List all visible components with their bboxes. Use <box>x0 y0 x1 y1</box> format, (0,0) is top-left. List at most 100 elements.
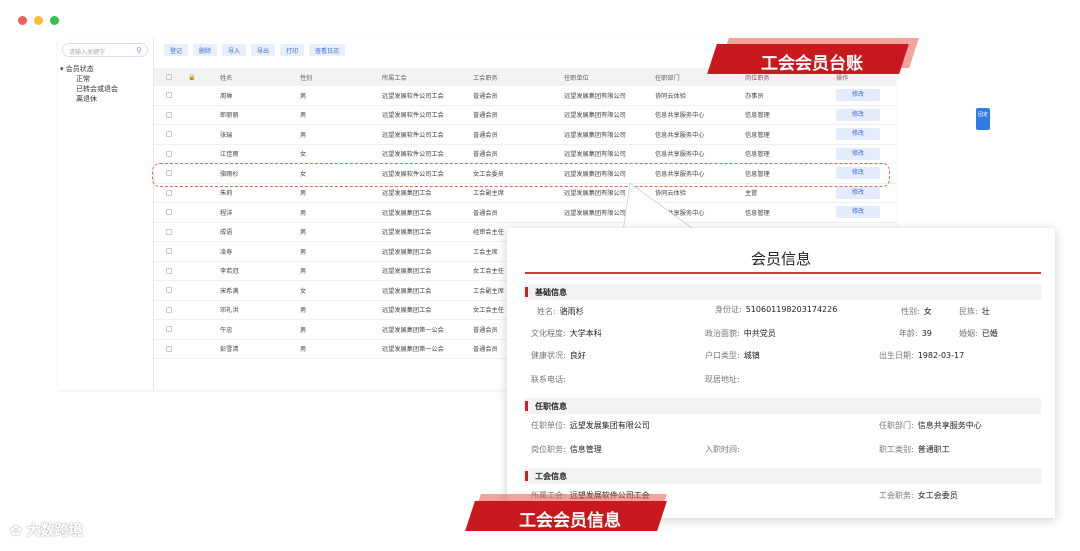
toolbar: 登记 删除 导入 导出 打印 查看日志 <box>164 44 346 56</box>
cell-union: 远望发展软件公司工会 <box>382 112 444 120</box>
search-icon[interactable]: ⚲ <box>136 46 142 55</box>
cell-union: 远望发展软件公司工会 <box>382 131 444 139</box>
cell-post: 主管 <box>745 190 758 198</box>
cell-name: 张瑞 <box>220 131 233 139</box>
table-row[interactable]: 周琳 男 远望发展软件公司工会 普通会员 远望发展集团有限公司 协同云体验 办事员 修改 <box>154 86 896 106</box>
register-button[interactable]: 登记 <box>164 44 189 56</box>
window-controls <box>18 16 59 25</box>
field-marital: 婚姻: 已婚 <box>959 329 998 338</box>
edit-button[interactable]: 修改 <box>836 206 880 219</box>
popup-title: 会员信息 <box>750 250 811 268</box>
section-basic: 基础信息 <box>525 284 1041 300</box>
edit-button[interactable]: 修改 <box>836 147 880 160</box>
cell-union: 远望发展集团工会 <box>382 229 432 237</box>
row-checkbox[interactable] <box>166 209 172 216</box>
tree-item-normal[interactable]: 正常 <box>60 74 118 84</box>
field-phone: 联系电话: <box>531 375 566 384</box>
cell-gender: 男 <box>300 346 307 354</box>
cell-role: 普通会员 <box>473 151 498 159</box>
cell-unit: 远望发展集团有限公司 <box>564 131 626 139</box>
cell-name: 江佳雨 <box>220 151 239 159</box>
ledger-banner: 工会会员台账 <box>707 38 919 74</box>
delete-button[interactable]: 删除 <box>193 44 218 56</box>
row-checkbox[interactable] <box>166 345 172 352</box>
header-unit: 任职单位 <box>564 74 589 82</box>
field-health: 健康状况: 良好 <box>531 351 586 360</box>
edit-button[interactable]: 修改 <box>836 108 880 121</box>
highlighted-row-outline <box>152 163 890 187</box>
maximize-window-button[interactable] <box>50 16 59 25</box>
row-checkbox[interactable] <box>166 267 172 274</box>
table-row[interactable]: 江佳雨 女 远望发展软件公司工会 普通会员 远望发展集团有限公司 信息共享服务中心 信息管理… <box>154 145 896 164</box>
row-checkbox[interactable] <box>166 131 172 138</box>
row-checkbox[interactable] <box>166 306 172 313</box>
cell-gender: 女 <box>300 151 307 159</box>
title-divider <box>525 272 1041 274</box>
cell-post: 信息管理 <box>745 112 770 120</box>
row-checkbox[interactable] <box>166 92 172 99</box>
cell-role: 普通会员 <box>473 112 498 120</box>
cell-name: 李若冠 <box>220 268 239 276</box>
row-checkbox[interactable] <box>166 287 172 294</box>
header-gender: 性别 <box>300 74 313 82</box>
cell-dept: 信息共享服务中心 <box>655 131 705 139</box>
import-button[interactable]: 导入 <box>222 44 247 56</box>
cell-dept: 信息共享服务中心 <box>655 151 705 159</box>
cell-gender: 男 <box>300 248 307 256</box>
search-placeholder: 请输入关键字 <box>69 49 106 56</box>
cell-gender: 男 <box>300 326 307 334</box>
search-input[interactable]: 请输入关键字 ⚲ <box>62 43 148 57</box>
edit-button[interactable]: 修改 <box>836 186 880 199</box>
tree-root[interactable]: ▾ 会员状态 <box>60 64 118 74</box>
minimize-window-button[interactable] <box>34 16 43 25</box>
cell-post: 信息管理 <box>745 151 770 159</box>
row-checkbox[interactable] <box>166 111 172 118</box>
field-entry-date: 入职时间: <box>705 445 740 454</box>
cell-unit: 远望发展集团有限公司 <box>564 92 626 100</box>
view-log-button[interactable]: 查看日志 <box>309 44 346 56</box>
cell-union: 远望发展集团工会 <box>382 209 432 217</box>
row-checkbox[interactable] <box>166 228 172 235</box>
cell-union: 远望发展集团工会 <box>382 287 432 295</box>
watermark-logo: ✿ 大数跨境 <box>10 523 83 539</box>
cell-gender: 男 <box>300 307 307 315</box>
cell-union: 远望发展集团工会 <box>382 307 432 315</box>
row-checkbox[interactable] <box>166 326 172 333</box>
edit-button[interactable]: 修改 <box>836 89 880 102</box>
cell-union: 远望发展软件公司工会 <box>382 151 444 159</box>
cell-union: 远望发展软件公司工会 <box>382 92 444 100</box>
info-banner-text: 工会会员信息 <box>519 511 621 531</box>
info-banner: 工会会员信息 <box>465 494 670 532</box>
watermark-text: 大数跨境 <box>26 523 83 539</box>
cell-gender: 男 <box>300 92 307 100</box>
field-age: 年龄: 39 <box>899 329 932 338</box>
cell-gender: 男 <box>300 112 307 120</box>
field-birthdate: 出生日期: 1982-03-17 <box>879 351 965 360</box>
tree-item-transferred[interactable]: 已转会或退会 <box>60 84 118 94</box>
section-union: 工会信息 <box>525 468 1041 484</box>
cell-role: 工会副主席 <box>473 190 504 198</box>
cell-dept: 协同云体验 <box>655 92 686 100</box>
cell-role: 普通会员 <box>473 92 498 100</box>
select-all-checkbox[interactable] <box>166 74 172 80</box>
table-row[interactable]: 张瑞 男 远望发展软件公司工会 普通会员 远望发展集团有限公司 信息共享服务中心 信息管理 修… <box>154 125 896 145</box>
status-tree: ▾ 会员状态 正常 已转会或退会 离退休 <box>60 64 118 104</box>
row-checkbox[interactable] <box>166 189 172 196</box>
close-window-button[interactable] <box>18 16 27 25</box>
cell-name: 郎丽丽 <box>220 112 239 120</box>
cell-name: 邓礼洪 <box>220 307 239 315</box>
cell-post: 信息管理 <box>745 209 770 217</box>
field-hukou: 户口类型: 城镇 <box>705 351 760 360</box>
fix-column-tag[interactable]: 固定 <box>976 108 990 130</box>
field-staff-type: 职工类别: 普通职工 <box>879 445 950 454</box>
lock-icon: 🔒 <box>188 74 196 81</box>
edit-button[interactable]: 修改 <box>836 128 880 141</box>
print-button[interactable]: 打印 <box>280 44 305 56</box>
row-checkbox[interactable] <box>166 150 172 157</box>
table-row[interactable]: 程洋男远望发展集团工会 普通会员 远望发展集团有限公司 信息共享服务中心 信息管理 修改 <box>154 203 896 223</box>
export-button[interactable]: 导出 <box>251 44 276 56</box>
tree-item-retired[interactable]: 离退休 <box>60 94 118 104</box>
table-row[interactable]: 郎丽丽 男 远望发展软件公司工会 普通会员 远望发展集团有限公司 信息共享服务中心 信息管理… <box>154 106 896 125</box>
row-checkbox[interactable] <box>166 248 172 255</box>
cell-name: 朱莉 <box>220 190 233 198</box>
